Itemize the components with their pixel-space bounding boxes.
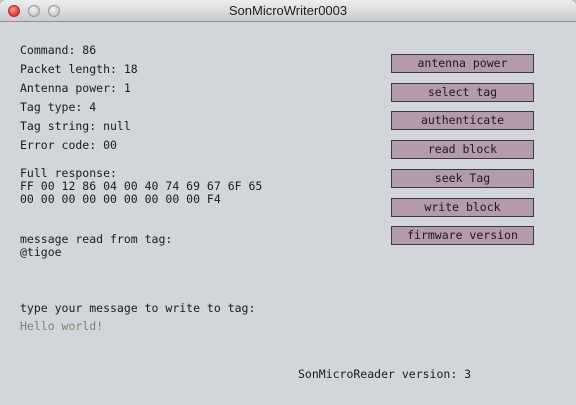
app-window: SonMicroWriter0003 Command: 86 Packet le…	[0, 0, 576, 405]
write-message-input[interactable]: Hello world!	[20, 320, 103, 333]
reader-version-text: SonMicroReader version: 3	[298, 367, 472, 381]
firmware-version-button[interactable]: firmware version	[391, 226, 534, 245]
tag-string-text: Tag string: null	[20, 119, 131, 133]
full-response-line-2: 00 00 00 00 00 00 00 00 00 F4	[20, 192, 221, 206]
packet-length-text: Packet length: 18	[20, 62, 138, 76]
tag-type-text: Tag type: 4	[20, 100, 97, 114]
seek-tag-button[interactable]: seek Tag	[391, 169, 534, 188]
authenticate-button[interactable]: authenticate	[391, 111, 534, 130]
write-block-button[interactable]: write block	[391, 198, 534, 217]
error-code-text: Error code: 00	[20, 138, 117, 152]
read-block-button[interactable]: read block	[391, 140, 534, 159]
select-tag-button[interactable]: select tag	[391, 83, 534, 102]
window-title: SonMicroWriter0003	[228, 3, 348, 18]
command-text: Command: 86	[20, 43, 97, 57]
write-prompt: type your message to write to tag:	[20, 301, 256, 315]
antenna-power-button[interactable]: antenna power	[391, 54, 534, 73]
message-read-value: @tigoe	[20, 245, 62, 259]
title-bar: SonMicroWriter0003	[0, 0, 576, 22]
antenna-power-text: Antenna power: 1	[20, 81, 131, 95]
sketch-canvas[interactable]: Command: 86 Packet length: 18 Antenna po…	[0, 22, 576, 405]
